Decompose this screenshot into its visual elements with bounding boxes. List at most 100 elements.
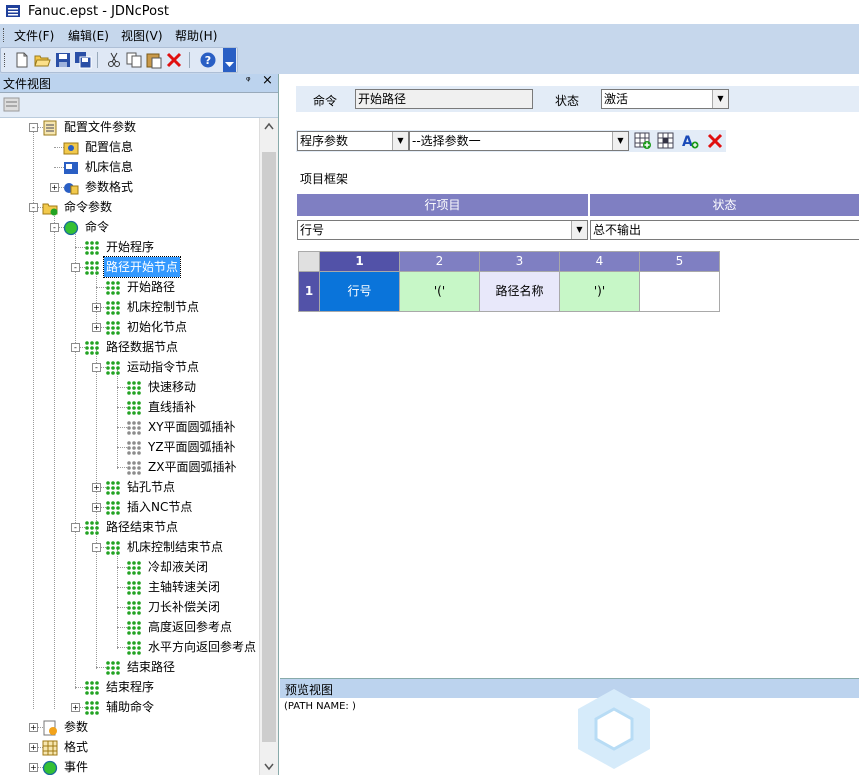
tree-node[interactable]: ZX平面圆弧插补 [0,457,258,477]
tree-node[interactable]: 直线插补 [0,397,258,417]
tree-node[interactable]: 机床信息 [0,157,258,177]
grid-cell[interactable]: 路径名称 [479,271,560,312]
status-dropdown[interactable]: 激活 ▼ [601,89,729,109]
new-file-icon[interactable] [13,51,31,69]
collapse-icon[interactable]: - [50,223,59,232]
menu-file[interactable]: 文件(F) [14,27,54,44]
output-status-field[interactable]: 总不输出 [590,220,859,240]
program-param-dropdown[interactable]: 程序参数 ▼ [297,131,409,151]
scrollbar-thumb[interactable] [262,152,276,742]
expand-icon[interactable]: + [92,303,101,312]
expand-icon[interactable]: + [71,703,80,712]
item-dropdown[interactable]: 行号 ▼ [297,220,588,240]
scroll-down-icon[interactable] [264,763,274,771]
tree-node[interactable]: - 路径结束节点 [0,517,258,537]
expand-icon[interactable]: + [29,763,38,772]
grid-cell[interactable]: ')' [559,271,640,312]
expand-icon[interactable]: + [92,323,101,332]
help-icon[interactable]: ? [199,51,217,69]
pin-button[interactable]: ᵠ [246,74,251,87]
grid-cell[interactable]: '(' [399,271,480,312]
collapse-icon[interactable]: - [29,203,38,212]
tree-node[interactable]: - 命令参数 [0,197,258,217]
tree-node-label: 快速移动 [148,380,197,394]
menu-view[interactable]: 视图(V) [121,27,163,44]
tree-node[interactable]: + 参数格式 [0,177,258,197]
expand-icon[interactable]: + [92,483,101,492]
open-folder-icon[interactable] [33,51,51,69]
collapse-icon[interactable]: - [71,263,80,272]
copy-icon[interactable] [125,51,143,69]
cut-icon[interactable] [105,51,123,69]
tree-node[interactable]: - 机床控制结束节点 [0,537,258,557]
grid-cell[interactable] [639,271,720,312]
select-param-dropdown[interactable]: --选择参数一 ▼ [409,131,629,151]
tree-node[interactable]: - 配置文件参数 [0,118,258,137]
grid-column-header[interactable]: 5 [639,251,720,272]
grid-column-header[interactable]: 1 [319,251,400,272]
tree-node[interactable]: + 辅助命令 [0,697,258,717]
tree-node[interactable]: + 插入NC节点 [0,497,258,517]
tree-node[interactable]: 水平方向返回参考点 [0,637,258,657]
paste-icon[interactable] [145,51,163,69]
collapse-icon[interactable]: - [92,363,101,372]
tree-node[interactable]: 结束路径 [0,657,258,677]
scroll-up-icon[interactable] [264,122,274,130]
grid-column-header[interactable]: 2 [399,251,480,272]
tree-node[interactable]: 开始程序 [0,237,258,257]
grid-settings-icon[interactable] [657,132,675,150]
expand-icon[interactable]: + [50,183,59,192]
properties-icon[interactable] [3,97,21,113]
grid-row-header[interactable]: 1 [298,271,320,312]
expand-icon[interactable]: + [29,743,38,752]
command-field[interactable]: 开始路径 [355,89,533,109]
tree-node[interactable]: 冷却液关闭 [0,557,258,577]
tree-node[interactable]: + 机床控制节点 [0,297,258,317]
tree-node[interactable]: - 路径开始节点 [0,256,258,278]
tree-node[interactable]: + 初始化节点 [0,317,258,337]
expand-icon[interactable]: + [92,503,101,512]
tree-node[interactable]: - 路径数据节点 [0,337,258,357]
menu-help[interactable]: 帮助(H) [175,27,217,44]
grid-column-header[interactable]: 4 [559,251,640,272]
tree-node[interactable]: + 钻孔节点 [0,477,258,497]
save-all-icon[interactable] [74,51,92,69]
collapse-icon[interactable]: - [29,123,38,132]
tree-node[interactable]: 开始路径 [0,277,258,297]
chevron-down-icon[interactable]: ▼ [612,132,628,150]
collapse-icon[interactable]: - [71,343,80,352]
tree-scrollbar[interactable] [259,118,278,775]
chevron-down-icon[interactable]: ▼ [392,132,408,150]
save-icon[interactable] [54,51,72,69]
toolbar-grip[interactable] [4,53,7,67]
remove-icon[interactable] [706,132,724,150]
menubar-grip[interactable] [3,28,6,42]
tree-node[interactable]: 主轴转速关闭 [0,577,258,597]
collapse-icon[interactable]: - [92,543,101,552]
tree-node[interactable]: 快速移动 [0,377,258,397]
tree-node[interactable]: + 事件 [0,757,258,775]
toolbar-overflow-button[interactable] [223,48,236,72]
add-row-icon[interactable] [634,132,652,150]
grid-cell[interactable]: 行号 [319,271,400,312]
tree-node[interactable]: YZ平面圆弧插补 [0,437,258,457]
collapse-icon[interactable]: - [71,523,80,532]
expand-icon[interactable]: + [29,723,38,732]
tree-node[interactable]: + 参数 [0,717,258,737]
panel-close-button[interactable]: × [262,73,273,88]
delete-icon[interactable] [165,51,183,69]
chevron-down-icon[interactable]: ▼ [712,90,728,108]
tree-node[interactable]: 高度返回参考点 [0,617,258,637]
tree-node[interactable]: - 运动指令节点 [0,357,258,377]
tree-node[interactable]: 配置信息 [0,137,258,157]
tree-node[interactable]: XY平面圆弧插补 [0,417,258,437]
tree-node[interactable]: 结束程序 [0,677,258,697]
chevron-down-icon[interactable]: ▼ [571,221,587,239]
menu-edit[interactable]: 编辑(E) [68,27,109,44]
tree-node[interactable]: + 格式 [0,737,258,757]
tree-node[interactable]: 刀长补偿关闭 [0,597,258,617]
add-text-icon[interactable]: A [681,132,699,150]
green-dots-icon [84,340,99,355]
tree-node[interactable]: - 命令 [0,217,258,237]
grid-column-header[interactable]: 3 [479,251,560,272]
